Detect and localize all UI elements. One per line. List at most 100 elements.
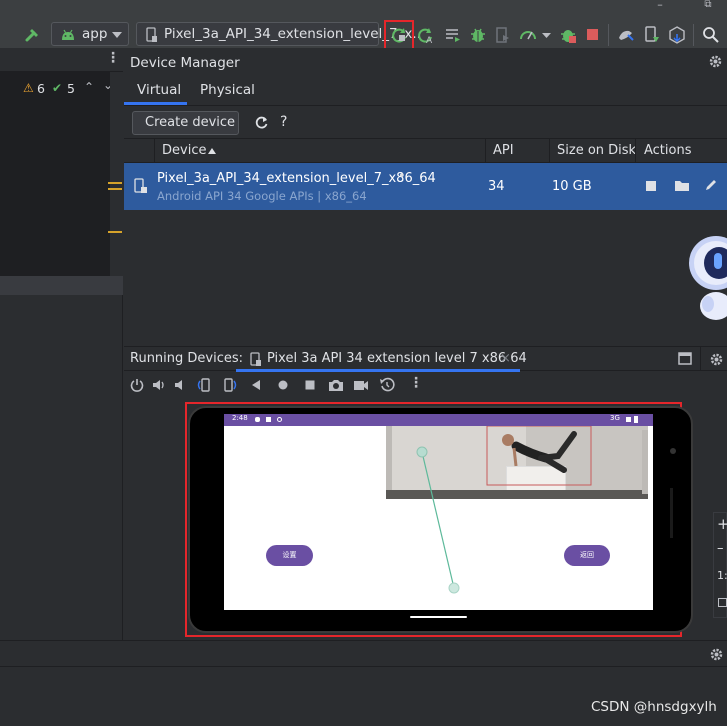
more-options-icon[interactable]: ⋮ xyxy=(106,51,120,65)
settings-button[interactable]: 设置 xyxy=(266,545,313,566)
tab-physical[interactable]: Physical xyxy=(187,76,257,105)
create-device-button[interactable]: Create device xyxy=(132,111,239,135)
emulator-toolbar: ⋮ xyxy=(124,373,727,397)
hammer-icon[interactable] xyxy=(22,24,44,46)
left-panel-header: ⋮ xyxy=(0,48,123,72)
rotate-right-icon[interactable] xyxy=(222,377,238,393)
run-with-coverage-icon[interactable] xyxy=(442,24,464,46)
gesture-nav-bar[interactable] xyxy=(410,616,467,618)
edit-pencil-icon[interactable] xyxy=(704,178,718,192)
battery-icon xyxy=(634,416,638,423)
device-row[interactable]: Pixel_3a_API_34_extension_level_7_x86_64… xyxy=(124,163,727,210)
editor-left-panel: ⋮ ⚠ 6 ✔ 5 ⌃ ⌄ xyxy=(0,48,123,640)
snapshot-history-icon[interactable] xyxy=(379,377,395,393)
toolbar-divider xyxy=(608,24,609,46)
device-size: 10 GB xyxy=(552,179,592,194)
zoom-in-button[interactable]: + xyxy=(717,515,727,533)
run-config-selector[interactable]: app xyxy=(51,22,129,46)
column-size[interactable]: Size on Disk xyxy=(557,143,636,158)
power-icon[interactable] xyxy=(130,378,144,392)
sd-card-icon xyxy=(266,417,271,422)
zoom-out-button[interactable]: – xyxy=(717,541,724,556)
scroll-marker xyxy=(108,231,122,233)
watermark: CSDN @hnsdgxylh xyxy=(591,699,717,715)
exercising-person-figure xyxy=(486,426,592,486)
zoom-actual-size-button[interactable]: 1: xyxy=(717,569,727,582)
status-time: 2:48 xyxy=(232,414,248,422)
apply-changes-restart-icon[interactable] xyxy=(388,24,410,46)
device-manager-title: Device Manager xyxy=(130,55,240,71)
zoom-fit-icon[interactable] xyxy=(718,598,727,607)
more-options-icon[interactable]: ⋮ xyxy=(409,375,423,391)
sync-gradle-icon[interactable] xyxy=(615,24,637,46)
stop-icon[interactable] xyxy=(582,24,604,46)
debug-bug-icon[interactable] xyxy=(467,24,489,46)
apply-code-changes-icon[interactable]: A xyxy=(415,24,437,46)
attach-debugger-icon[interactable] xyxy=(492,24,514,46)
running-devices-header: Running Devices: Pixel 3a API 34 extensi… xyxy=(124,346,727,372)
tab-physical-label: Physical xyxy=(200,82,255,98)
android-icon xyxy=(62,29,74,40)
main-toolbar: – ⧉ app Pixel_3a_API_34_extension_level_… xyxy=(0,0,727,53)
svg-text:A: A xyxy=(426,36,433,44)
running-devices-panel: Running Devices: Pixel 3a API 34 extensi… xyxy=(124,346,727,640)
refresh-icon[interactable] xyxy=(254,115,269,134)
volume-down-icon[interactable] xyxy=(174,378,188,392)
camera-icon[interactable] xyxy=(328,378,344,392)
back-icon[interactable] xyxy=(251,379,261,391)
gear-icon[interactable] xyxy=(709,647,724,662)
editor-area xyxy=(0,72,110,276)
left-panel-divider xyxy=(0,276,123,295)
device-selector[interactable]: Pixel_3a_API_34_extension_level_7_x.. xyxy=(136,22,421,46)
overview-icon[interactable] xyxy=(304,379,316,391)
gear-icon[interactable] xyxy=(709,352,724,367)
column-device[interactable]: Device xyxy=(162,143,206,158)
close-tab-icon[interactable]: × xyxy=(500,351,511,366)
sort-ascending-icon[interactable] xyxy=(208,148,216,154)
device-table-header: Device API Size on Disk Actions xyxy=(124,138,727,163)
stop-device-icon[interactable] xyxy=(646,181,656,191)
folder-icon[interactable] xyxy=(674,179,690,192)
device-subtitle: Android API 34 Google APIs | x86_64 xyxy=(157,189,367,203)
device-manager-icon[interactable] xyxy=(641,24,663,46)
help-icon[interactable]: ? xyxy=(280,114,287,130)
column-divider xyxy=(549,139,550,163)
phone-icon xyxy=(146,27,157,42)
editor-scrollbar[interactable] xyxy=(110,72,123,276)
pose-keypoint-line xyxy=(416,446,460,594)
minimize-window-button[interactable]: – xyxy=(650,0,670,12)
sdk-manager-icon[interactable] xyxy=(666,24,688,46)
check-icon: ✔ xyxy=(52,81,63,95)
chevron-up-icon[interactable]: ⌃ xyxy=(84,80,94,94)
warning-icon: ⚠ xyxy=(23,81,34,95)
phone-icon xyxy=(250,352,261,366)
restore-window-button[interactable]: ⧉ xyxy=(698,0,718,12)
chevron-down-icon[interactable] xyxy=(542,33,551,38)
screen-record-icon[interactable] xyxy=(353,378,369,392)
phone-screen[interactable]: 2:48 3G 设置 返回 xyxy=(224,414,653,610)
phone-icon xyxy=(134,178,147,193)
robot-mascot-icon xyxy=(689,236,727,320)
device-api: 34 xyxy=(488,179,505,194)
maximize-icon[interactable] xyxy=(678,352,692,365)
rotate-left-icon[interactable] xyxy=(196,377,212,393)
tab-virtual[interactable]: Virtual xyxy=(124,76,187,105)
camera-dot xyxy=(670,448,676,454)
back-button[interactable]: 返回 xyxy=(564,545,610,566)
search-icon[interactable] xyxy=(700,24,722,46)
home-icon[interactable] xyxy=(277,379,289,391)
chevron-down-icon xyxy=(112,32,122,38)
header-divider xyxy=(700,347,701,371)
column-actions: Actions xyxy=(644,143,692,158)
gear-icon[interactable] xyxy=(708,54,723,73)
volume-up-icon[interactable] xyxy=(152,378,166,392)
profiler-gauge-icon[interactable] xyxy=(517,24,539,46)
preview-edge xyxy=(642,430,648,494)
column-api[interactable]: API xyxy=(493,143,514,158)
tab-running-device[interactable]: Pixel 3a API 34 extension level 7 x86 64… xyxy=(236,347,527,372)
device-manager-panel: Device Manager Virtual Physical Create d… xyxy=(124,48,727,346)
zoom-controls: + – 1: xyxy=(713,512,727,618)
warnings-count: 6 xyxy=(37,81,45,96)
stop-debug-icon[interactable] xyxy=(557,24,579,46)
wifi-signal-icon xyxy=(626,417,631,422)
